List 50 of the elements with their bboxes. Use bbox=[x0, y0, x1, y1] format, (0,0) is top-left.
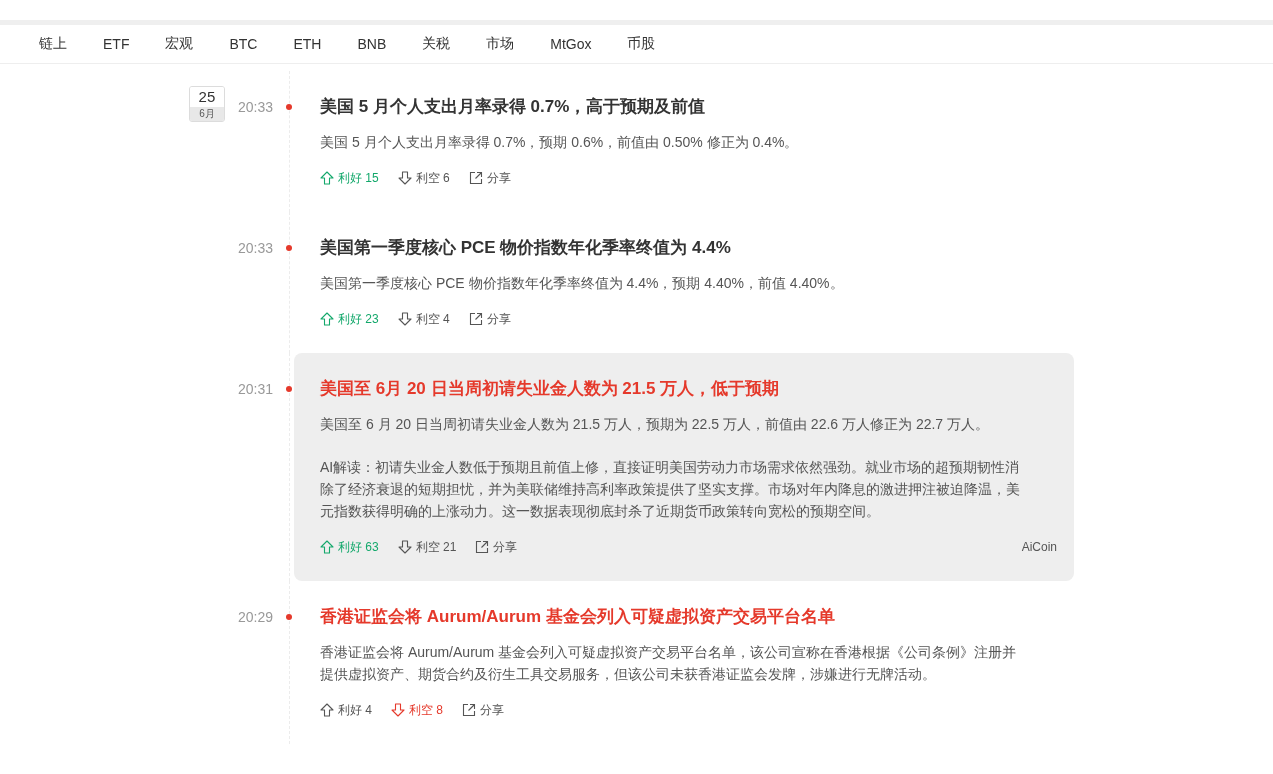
arrow-up-icon bbox=[320, 171, 334, 185]
timeline-dot-icon bbox=[286, 386, 292, 392]
news-time: 20:29 bbox=[237, 608, 273, 627]
news-time: 20:33 bbox=[237, 239, 273, 258]
news-time: 20:33 bbox=[237, 98, 273, 117]
news-body: 美国 5 月个人支出月率录得 0.7%，预期 0.6%，前值由 0.50% 修正为 0.4%。 bbox=[320, 133, 800, 152]
news-title[interactable]: 美国第一季度核心 PCE 物价指数年化季率终值为 4.4% bbox=[320, 236, 1040, 260]
share-button[interactable]: 分享 bbox=[462, 701, 505, 719]
news-body: 美国至 6 月 20 日当周初请失业金人数为 21.5 万人，预期为 22.5 万人，前值由 22.6 万人修正为 22.7 万人。 bbox=[320, 415, 991, 434]
news-title[interactable]: 美国至 6月 20 日当周初请失业金人数为 21.5 万人，低于预期 bbox=[320, 377, 1040, 401]
news-title[interactable]: 美国 5 月个人支出月率录得 0.7%，高于预期及前值 bbox=[320, 95, 1040, 119]
arrow-down-icon bbox=[397, 540, 412, 554]
category-tab[interactable]: BTC bbox=[229, 36, 258, 52]
category-tab[interactable]: 市场 bbox=[486, 35, 515, 53]
category-tab[interactable]: BNB bbox=[357, 36, 387, 52]
bearish-vote-button[interactable]: 利空 21 bbox=[397, 538, 457, 556]
arrow-down-icon bbox=[391, 703, 405, 717]
share-icon bbox=[468, 171, 483, 185]
share-icon bbox=[462, 703, 477, 717]
category-tab[interactable]: 链上 bbox=[39, 35, 67, 53]
category-tab[interactable]: MtGox bbox=[550, 36, 592, 52]
share-icon bbox=[468, 312, 483, 326]
news-time: 20:31 bbox=[237, 380, 273, 399]
bearish-vote-button[interactable]: 利空 8 bbox=[391, 701, 444, 719]
arrow-down-icon bbox=[397, 312, 412, 326]
arrow-up-icon bbox=[320, 312, 334, 326]
category-tab[interactable]: 宏观 bbox=[165, 35, 194, 53]
timeline-dot-icon bbox=[286, 614, 292, 620]
news-body: 美国第一季度核心 PCE 物价指数年化季率终值为 4.4%，预期 4.40%，前值 4.40%。 bbox=[320, 274, 845, 293]
timeline-dot-icon bbox=[286, 104, 292, 110]
bearish-vote-button[interactable]: 利空 4 bbox=[397, 310, 450, 328]
date-month: 6月 bbox=[189, 107, 224, 121]
share-icon bbox=[475, 540, 490, 554]
arrow-up-icon bbox=[320, 703, 334, 717]
news-body: 香港证监会将 Aurum/Aurum 基金会列入可疑虚拟资产交易平台名单，该公司宣称在香港根据《公司条例》注册并提供虚拟资产、期货合约及衍生工具交易服务，但该公司未获香港证监会发牌，涉嫌进行无牌活动。 bbox=[320, 643, 1018, 684]
news-source: AiCoin bbox=[1021, 540, 1057, 554]
share-button[interactable]: 分享 bbox=[475, 538, 518, 556]
arrow-up-icon bbox=[320, 540, 334, 554]
timeline-dot-icon bbox=[286, 245, 292, 251]
category-tab[interactable]: ETF bbox=[103, 36, 130, 52]
bullish-vote-button[interactable]: 利好 4 bbox=[320, 701, 372, 719]
share-button[interactable]: 分享 bbox=[468, 310, 511, 328]
category-tab[interactable]: 币股 bbox=[627, 35, 656, 53]
arrow-down-icon bbox=[397, 171, 412, 185]
bearish-vote-button[interactable]: 利空 6 bbox=[397, 169, 450, 187]
category-tab[interactable]: ETH bbox=[293, 36, 322, 52]
share-button[interactable]: 分享 bbox=[468, 169, 511, 187]
news-title[interactable]: 香港证监会将 Aurum/Aurum 基金会列入可疑虚拟资产交易平台名单 bbox=[320, 605, 1040, 629]
ai-analysis-text: AI解读：初请失业金人数低于预期且前值上修，直接证明美国劳动力市场需求依然强劲。就业市场的超预期韧性消除了经济衰退的短期担忧，并为美联储维持高利率政策提供了坚实支撑。市场对年内降息的激进押注被迫降温，美元指数获得明确的上涨动力。这一数据表现彻底封杀了近期货币政策转向宽松的预期空间。 bbox=[320, 458, 1021, 521]
category-tab[interactable]: 关税 bbox=[422, 35, 451, 53]
